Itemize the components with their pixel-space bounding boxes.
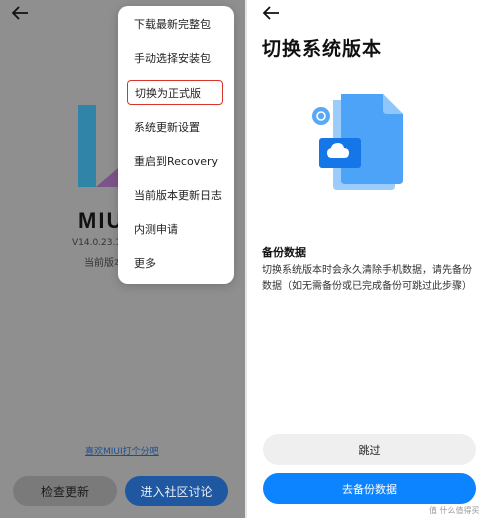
check-update-button[interactable]: 检查更新 [13,476,117,506]
page-title: 切换系统版本 [262,38,383,60]
right-screen: 切换系统版本 备份数据 切换系统版本时会永久清除手机数据，请先备份数据（如无需备… [247,0,490,518]
backup-data-button[interactable]: 去备份数据 [263,473,476,504]
file-cloud-icon [312,94,403,190]
watermark: 值 什么值得买 [429,506,480,515]
section-body: 切换系统版本时会永久清除手机数据，请先备份数据（如无需备份或已完成备份可跳过此步… [262,265,472,292]
menu-item-switch-stable[interactable]: 切换为正式版 [127,80,223,105]
skip-button[interactable]: 跳过 [263,434,476,465]
back-arrow-icon[interactable] [261,4,281,22]
menu-item-manual-select[interactable]: 手动选择安装包 [118,41,234,75]
section-heading: 备份数据 [262,246,306,259]
overflow-menu: 下载最新完整包 手动选择安装包 切换为正式版 系统更新设置 重启到Recover… [118,6,234,284]
menu-item-download-full[interactable]: 下载最新完整包 [118,7,234,41]
menu-item-more[interactable]: 更多 [118,246,234,280]
rate-miui-link[interactable]: 喜欢MIUI打个分吧 [85,444,159,457]
community-button[interactable]: 进入社区讨论 [125,476,228,506]
menu-item-beta-apply[interactable]: 内测申请 [118,212,234,246]
menu-item-reboot-recovery[interactable]: 重启到Recovery [118,144,234,178]
back-arrow-icon[interactable] [10,4,30,22]
menu-item-changelog[interactable]: 当前版本更新日志 [118,178,234,212]
left-screen: MIUI V14.0.23.1... 当前版本 喜欢MIUI打个分吧 检查更新 … [0,0,247,518]
menu-item-update-settings[interactable]: 系统更新设置 [118,110,234,144]
logo-bar-blue [78,105,96,187]
